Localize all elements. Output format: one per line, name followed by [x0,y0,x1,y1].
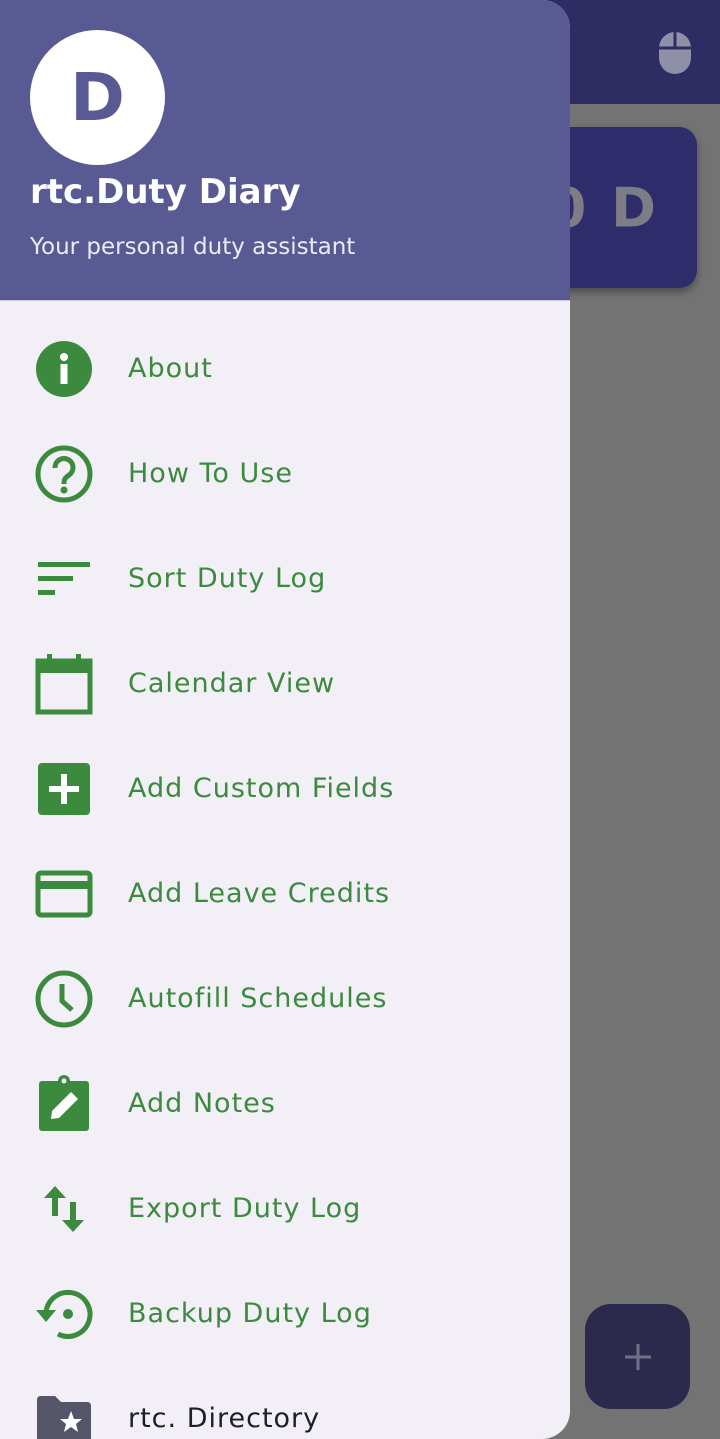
menu-item-label: Backup Duty Log [128,1298,372,1329]
menu-item-label: Add Custom Fields [128,773,395,804]
menu-item-calendar-view[interactable]: Calendar View [0,631,570,736]
menu-item-autofill-schedules[interactable]: Autofill Schedules [0,946,570,1051]
plus-icon [624,1343,651,1370]
clipboard-edit-icon [34,1074,94,1134]
avatar-letter: D [70,58,125,136]
menu-item-rtc-directory[interactable]: rtc. Directory [0,1366,570,1439]
menu-item-how-to-use[interactable]: How To Use [0,421,570,526]
app-name: rtc.Duty Diary [30,172,301,212]
avatar: D [30,30,165,165]
menu-item-label: rtc. Directory [128,1403,321,1434]
menu-item-about[interactable]: About [0,316,570,421]
menu-item-label: How To Use [128,458,293,489]
menu-item-add-leave-credits[interactable]: Add Leave Credits [0,841,570,946]
import-export-icon [34,1179,94,1239]
menu-item-sort-duty-log[interactable]: Sort Duty Log [0,526,570,631]
calendar-icon [34,653,94,714]
mouse-icon[interactable] [657,30,693,76]
help-circle-icon [34,444,94,504]
menu-item-label: Autofill Schedules [128,983,388,1014]
menu-item-label: Add Leave Credits [128,878,391,909]
menu-item-backup-duty-log[interactable]: Backup Duty Log [0,1261,570,1366]
sort-icon [34,549,94,609]
info-icon [34,339,94,399]
menu-item-add-notes[interactable]: Add Notes [0,1051,570,1156]
backup-restore-icon [34,1284,94,1344]
menu-item-label: Calendar View [128,668,336,699]
folder-star-icon [34,1389,94,1439]
drawer-header: D rtc.Duty Diary Your personal duty assi… [0,0,570,301]
app-tagline: Your personal duty assistant [30,234,356,260]
menu-item-label: Add Notes [128,1088,276,1119]
navigation-drawer: D rtc.Duty Diary Your personal duty assi… [0,0,570,1439]
menu-item-export-duty-log[interactable]: Export Duty Log [0,1156,570,1261]
menu-item-add-custom-fields[interactable]: Add Custom Fields [0,736,570,841]
menu-item-label: Sort Duty Log [128,563,327,594]
drawer-menu: About How To Use Sort Duty Log Calendar … [0,316,570,1439]
credit-card-icon [34,864,94,924]
clock-icon [34,969,94,1029]
menu-item-label: About [128,353,213,384]
menu-item-label: Export Duty Log [128,1193,362,1224]
add-fab-button[interactable] [585,1304,690,1409]
add-box-icon [34,759,94,819]
